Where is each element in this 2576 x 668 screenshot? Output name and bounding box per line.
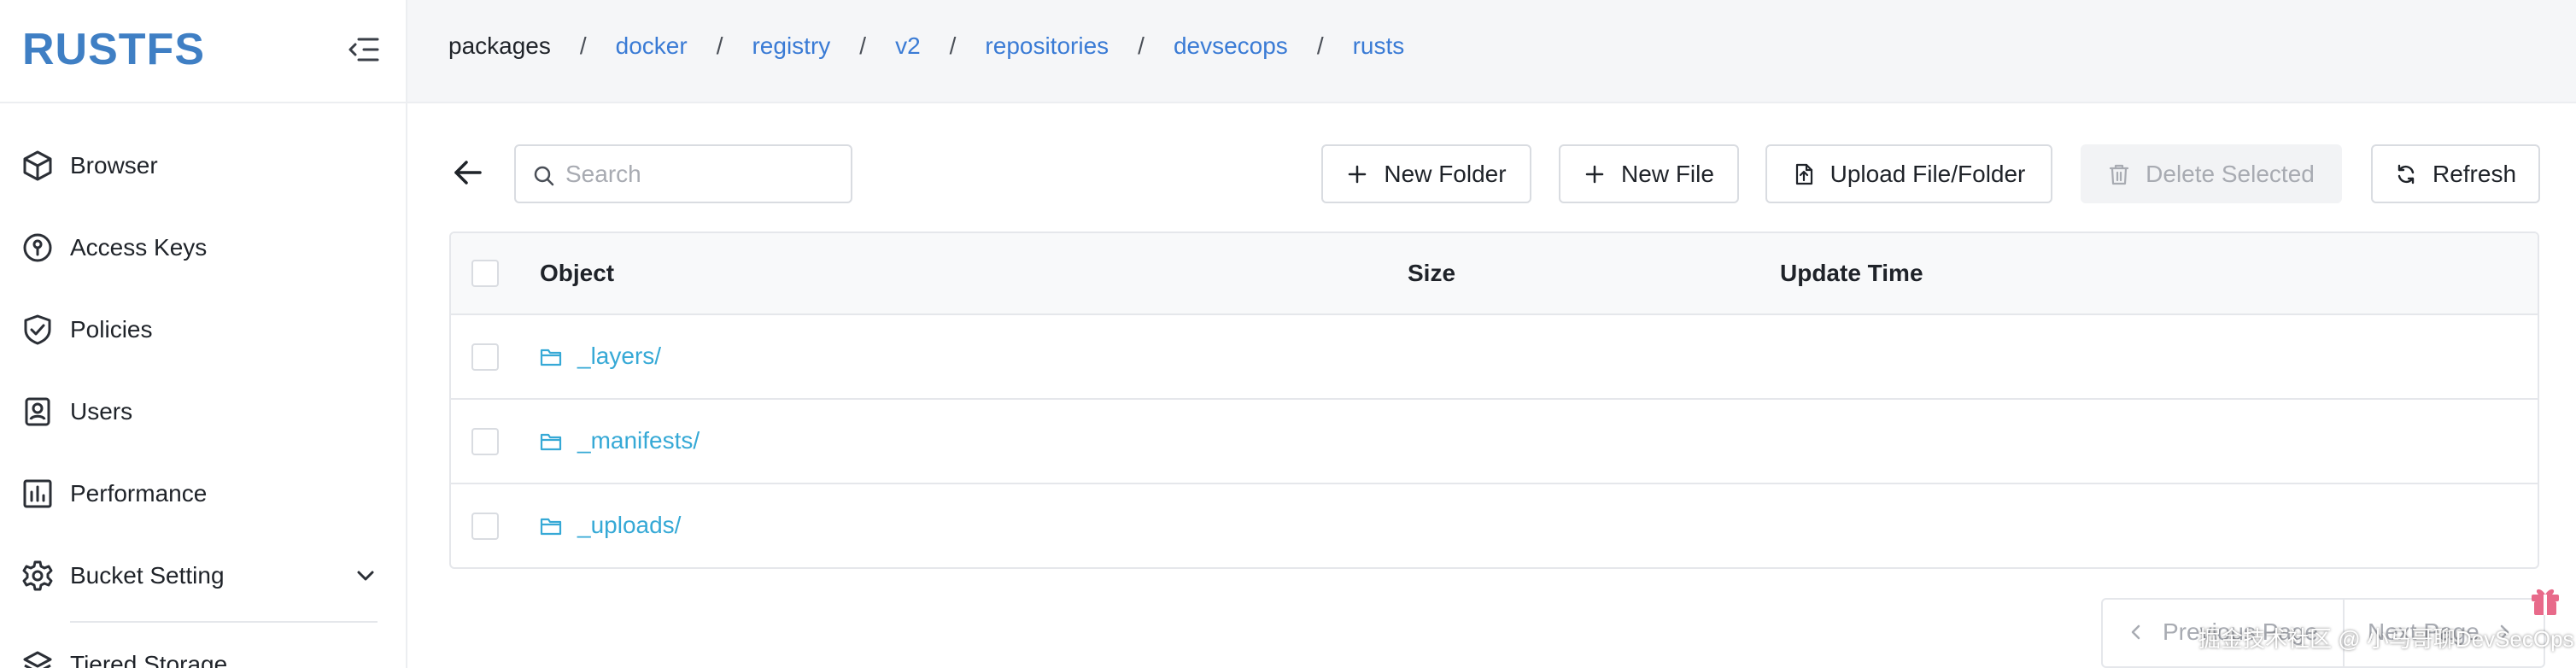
sidebar-item-tiered-storage[interactable]: Tiered Storage	[0, 630, 406, 668]
chevron-down-icon[interactable]	[350, 560, 381, 591]
new-file-button[interactable]: New File	[1559, 144, 1739, 203]
breadcrumb-item[interactable]: v2	[895, 32, 921, 60]
layers-icon	[20, 647, 55, 668]
logo: RUSTFS	[22, 25, 205, 74]
breadcrumb: packages / docker / registry / v2 / repo…	[448, 32, 1404, 60]
gear-icon	[20, 559, 55, 593]
breadcrumb-item[interactable]: repositories	[985, 32, 1109, 60]
delete-selected-button[interactable]: Delete Selected	[2081, 144, 2342, 203]
breadcrumb-separator: /	[1316, 32, 1324, 59]
select-all-checkbox[interactable]	[471, 260, 499, 287]
cube-icon	[20, 149, 55, 183]
row-checkbox[interactable]	[471, 343, 499, 371]
folder-icon	[540, 431, 562, 453]
objects-table: Object Size Update Time _layers/ _manife…	[449, 231, 2539, 569]
chart-icon	[20, 477, 55, 511]
chevron-left-icon	[2131, 624, 2140, 640]
folder-icon	[540, 346, 562, 368]
search-icon	[533, 165, 555, 187]
table-row[interactable]: _uploads/	[451, 484, 2538, 567]
shield-check-icon	[20, 313, 55, 347]
refresh-label: Refresh	[2432, 160, 2517, 187]
sidebar-item-browser[interactable]: Browser	[0, 132, 406, 200]
sidebar-item-label: Browser	[70, 152, 158, 179]
breadcrumb-item[interactable]: rusts	[1353, 32, 1405, 60]
sidebar: RUSTFS Browser Access Keys Policies User…	[0, 0, 407, 668]
breadcrumb-item[interactable]: packages	[448, 32, 551, 60]
delete-selected-label: Delete Selected	[2146, 160, 2315, 187]
logo-row: RUSTFS	[0, 0, 406, 103]
sidebar-item-performance[interactable]: Performance	[0, 460, 406, 528]
refresh-icon	[2397, 164, 2415, 184]
table-row[interactable]: _manifests/	[451, 400, 2538, 484]
gift-icon[interactable]	[2526, 581, 2564, 618]
plus-icon	[1585, 165, 1604, 183]
object-name-link[interactable]: _uploads/	[577, 512, 681, 539]
new-file-label: New File	[1621, 160, 1714, 187]
breadcrumb-item[interactable]: devsecops	[1174, 32, 1288, 60]
table-row[interactable]: _layers/	[451, 315, 2538, 400]
refresh-button[interactable]: Refresh	[2371, 144, 2540, 203]
topbar: packages / docker / registry / v2 / repo…	[407, 0, 2576, 103]
sidebar-item-label: Performance	[70, 480, 208, 507]
sidebar-item-access-keys[interactable]: Access Keys	[0, 214, 406, 282]
trash-icon	[2110, 164, 2129, 185]
watermark: 掘金技术社区 @ 小马哥聊DevSecOps	[2198, 626, 2574, 652]
sidebar-item-bucket-setting[interactable]: Bucket Setting	[0, 542, 406, 610]
column-header-size[interactable]: Size	[1408, 260, 1455, 287]
breadcrumb-separator: /	[1138, 32, 1145, 59]
sidebar-divider	[70, 621, 378, 623]
folder-icon	[540, 515, 562, 537]
new-folder-button[interactable]: New Folder	[1321, 144, 1531, 203]
column-header-update-time[interactable]: Update Time	[1780, 260, 1923, 287]
table-header: Object Size Update Time	[451, 233, 2538, 315]
file-upload-icon	[1795, 163, 1812, 185]
user-badge-icon	[20, 395, 55, 429]
upload-label: Upload File/Folder	[1830, 160, 2026, 187]
row-checkbox[interactable]	[471, 513, 499, 540]
sidebar-item-label: Access Keys	[70, 234, 208, 261]
plus-icon	[1349, 165, 1367, 183]
collapse-sidebar-icon[interactable]	[345, 32, 383, 67]
breadcrumb-separator: /	[579, 32, 587, 59]
upload-button[interactable]: Upload File/Folder	[1765, 144, 2052, 203]
sidebar-item-label: Users	[70, 398, 133, 425]
object-name-link[interactable]: _layers/	[577, 343, 661, 370]
new-folder-label: New Folder	[1384, 160, 1507, 187]
search-input[interactable]	[565, 156, 839, 192]
sidebar-item-label: Tiered Storage	[70, 651, 228, 668]
breadcrumb-item[interactable]: registry	[752, 32, 830, 60]
breadcrumb-separator: /	[859, 32, 867, 59]
sidebar-item-policies[interactable]: Policies	[0, 296, 406, 364]
sidebar-item-label: Bucket Setting	[70, 562, 225, 589]
column-header-object[interactable]: Object	[540, 260, 614, 287]
breadcrumb-separator: /	[716, 32, 723, 59]
row-checkbox[interactable]	[471, 428, 499, 455]
sidebar-item-label: Policies	[70, 316, 153, 343]
breadcrumb-separator: /	[949, 32, 957, 59]
back-arrow-icon[interactable]	[451, 155, 485, 190]
sidebar-item-users[interactable]: Users	[0, 378, 406, 446]
breadcrumb-item[interactable]: docker	[616, 32, 688, 60]
search-box[interactable]	[514, 144, 852, 203]
key-icon	[20, 231, 55, 265]
object-name-link[interactable]: _manifests/	[577, 427, 700, 454]
